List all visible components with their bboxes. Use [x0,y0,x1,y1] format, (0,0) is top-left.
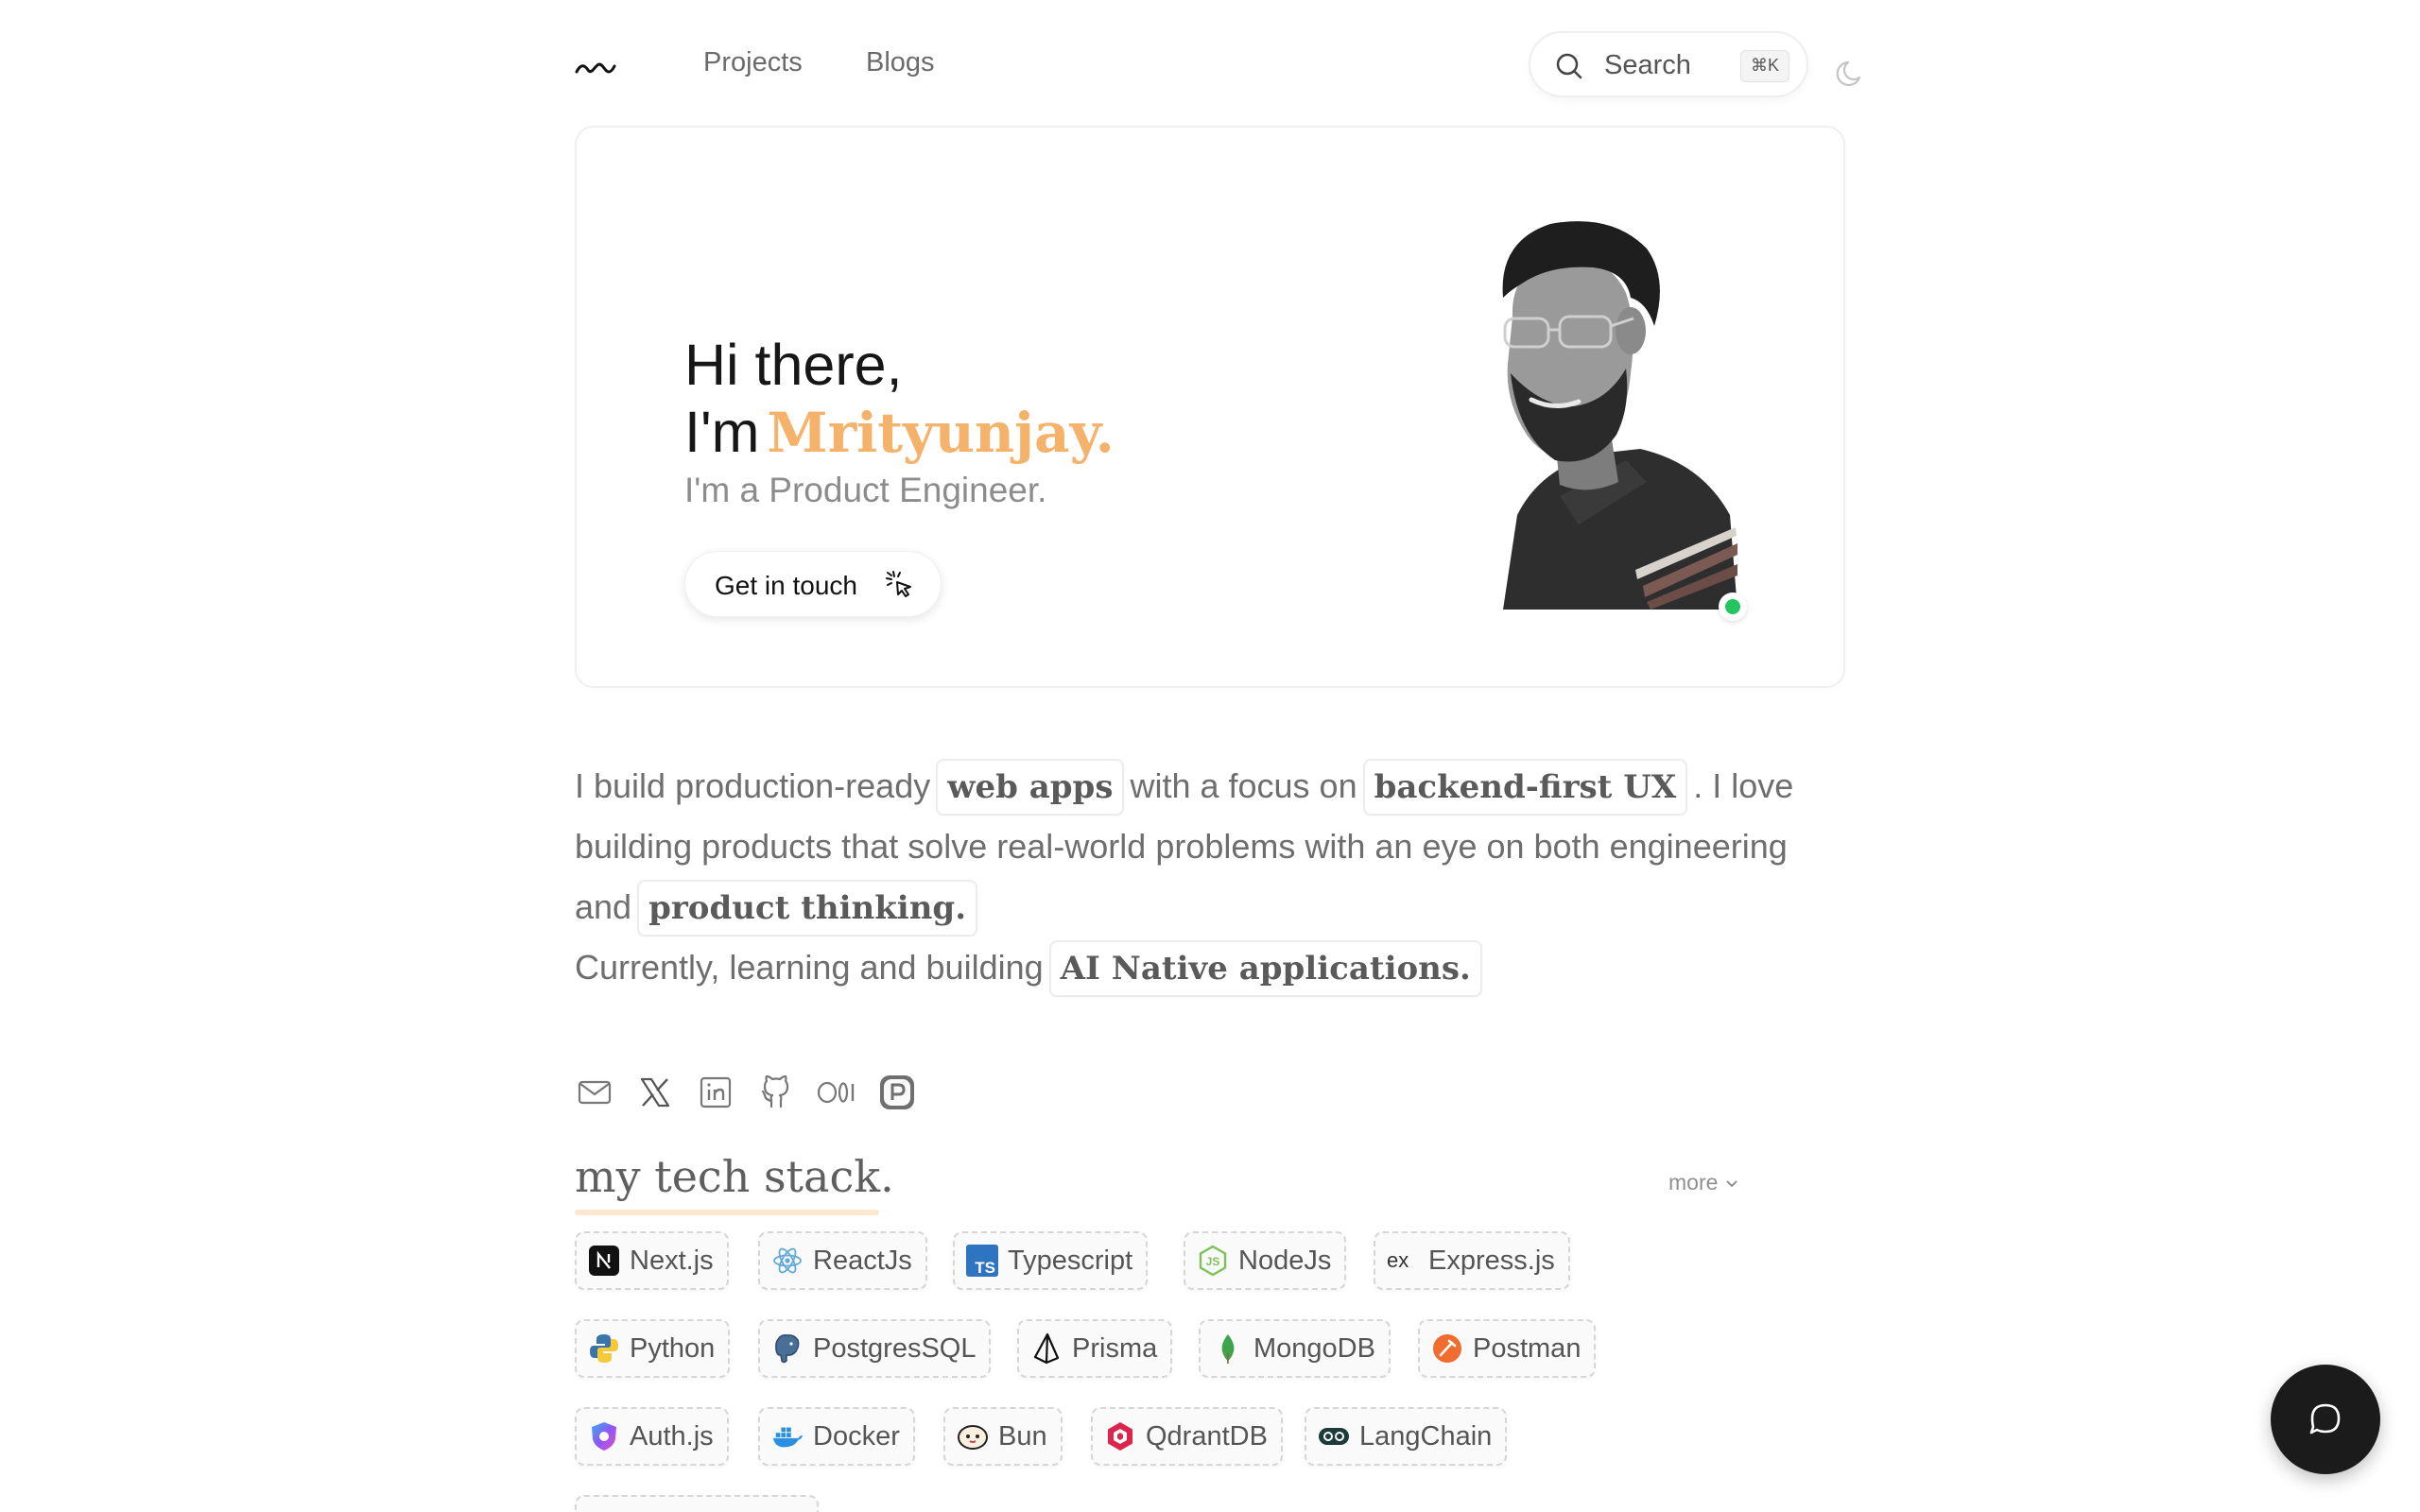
social-links [575,1072,917,1113]
hero-name: Mrityunjay. [767,401,1115,465]
mail-icon[interactable] [575,1073,614,1112]
chip-expressjs[interactable]: ex Express.js [1374,1231,1570,1290]
online-status-dot [1719,593,1747,621]
chip-label: Auth.js [630,1420,714,1452]
chip-label: Express.js [1428,1245,1555,1276]
qdrant-icon [1104,1420,1136,1452]
react-icon [771,1245,804,1277]
intro-text-1: I build production-ready [575,766,931,805]
postgres-icon [771,1332,804,1365]
chip-authjs[interactable]: Auth.js [575,1407,729,1466]
intro-text-4: Currently, learning and building [575,948,1044,987]
search-button[interactable]: Search ⌘K [1529,31,1808,97]
docker-icon [771,1420,804,1452]
peerlist-icon[interactable] [877,1073,917,1112]
chip-nodejs[interactable]: JS NodeJs [1184,1231,1347,1290]
chip-label: Bun [998,1420,1047,1452]
search-label: Search [1604,50,1691,80]
bun-icon [957,1420,989,1452]
chip-docker[interactable]: Docker [758,1407,915,1466]
chip-label: MongoDB [1253,1332,1375,1364]
tech-stack-underline [575,1210,879,1215]
chip-postman[interactable]: Postman [1418,1319,1597,1378]
prisma-icon [1030,1332,1063,1365]
medium-icon[interactable] [817,1073,856,1112]
chip-label: LangChain [1359,1420,1493,1452]
chat-button[interactable] [2271,1365,2380,1474]
langchain-icon [1318,1420,1350,1452]
chip-bun[interactable]: Bun [943,1407,1063,1466]
chip-mongodb[interactable]: MongoDB [1199,1319,1391,1378]
typescript-icon: TS [966,1245,998,1277]
express-icon: ex [1387,1245,1419,1277]
chevron-down-icon [1726,1180,1737,1188]
top-nav: Projects Blogs Search ⌘K [575,28,1875,104]
highlight-backend-first-ux: backend-first UX [1362,759,1688,816]
github-icon[interactable] [756,1073,796,1112]
hero-role: I'm a Product Engineer. [684,471,1047,509]
nodejs-icon: JS [1197,1245,1229,1277]
hero-greeting: Hi there, [684,333,903,397]
chat-bubble-icon [2309,1403,2341,1435]
chip-nextjs[interactable]: Next.js [575,1231,729,1290]
chip-label: Python [630,1332,716,1364]
chip-label: PostgresSQL [813,1332,977,1364]
python-icon [588,1332,620,1365]
mongodb-icon [1212,1332,1244,1365]
chip-label: QdrantDB [1146,1420,1268,1452]
chip-label: Next.js [630,1245,714,1276]
get-in-touch-label: Get in touch [715,571,857,600]
chip-qdrantdb[interactable]: QdrantDB [1091,1407,1283,1466]
authjs-icon [588,1420,620,1452]
x-icon[interactable] [635,1073,675,1112]
more-toggle[interactable]: more [1668,1170,1739,1195]
hero-name-line: I'm Mrityunjay. [684,398,1115,467]
hero-card: Hi there, I'm Mrityunjay. I'm a Product E… [575,126,1845,688]
chip-label: Prisma [1072,1332,1158,1364]
logo-icon[interactable] [575,57,616,77]
chip-python[interactable]: Python [575,1319,731,1378]
svg-text:JS: JS [1206,1255,1220,1268]
chip-langchain[interactable]: LangChain [1305,1407,1508,1466]
hero-im: I'm [684,400,760,464]
cursor-click-icon [886,571,911,597]
profile-photo [1502,221,1737,610]
nav-link-projects[interactable]: Projects [703,47,803,78]
postman-icon [1431,1332,1463,1365]
chip-label: ReactJs [813,1245,912,1276]
highlight-web-apps: web apps [936,759,1125,816]
tech-stack-title: my tech stack. [575,1151,894,1202]
intro-paragraph: I build production-ready web apps with a f… [575,756,1851,998]
chip-reactjs[interactable]: ReactJs [758,1231,927,1290]
chip-postgres[interactable]: PostgresSQL [758,1319,992,1378]
svg-text:TS: TS [975,1259,995,1277]
chip-label: NodeJs [1238,1245,1332,1276]
chip-partial[interactable] [575,1495,819,1512]
moon-icon[interactable] [1835,57,1867,89]
linkedin-icon[interactable] [696,1073,735,1112]
chip-typescript[interactable]: TS Typescript [953,1231,1149,1290]
highlight-product-thinking: product thinking. [637,880,978,936]
chip-prisma[interactable]: Prisma [1017,1319,1173,1378]
more-label: more [1668,1170,1719,1194]
highlight-ai-native: AI Native applications. [1048,940,1482,997]
chip-label: Postman [1473,1332,1582,1364]
search-icon [1556,53,1582,79]
chip-label: Docker [813,1420,900,1452]
intro-text-2: with a focus on [1130,766,1357,805]
nav-link-blogs[interactable]: Blogs [866,47,935,78]
search-shortcut-badge: ⌘K [1740,50,1790,82]
svg-text:ex: ex [1387,1250,1409,1271]
nextjs-icon [588,1245,620,1277]
get-in-touch-button[interactable]: Get in touch [684,551,942,617]
chip-label: Typescript [1008,1245,1133,1276]
